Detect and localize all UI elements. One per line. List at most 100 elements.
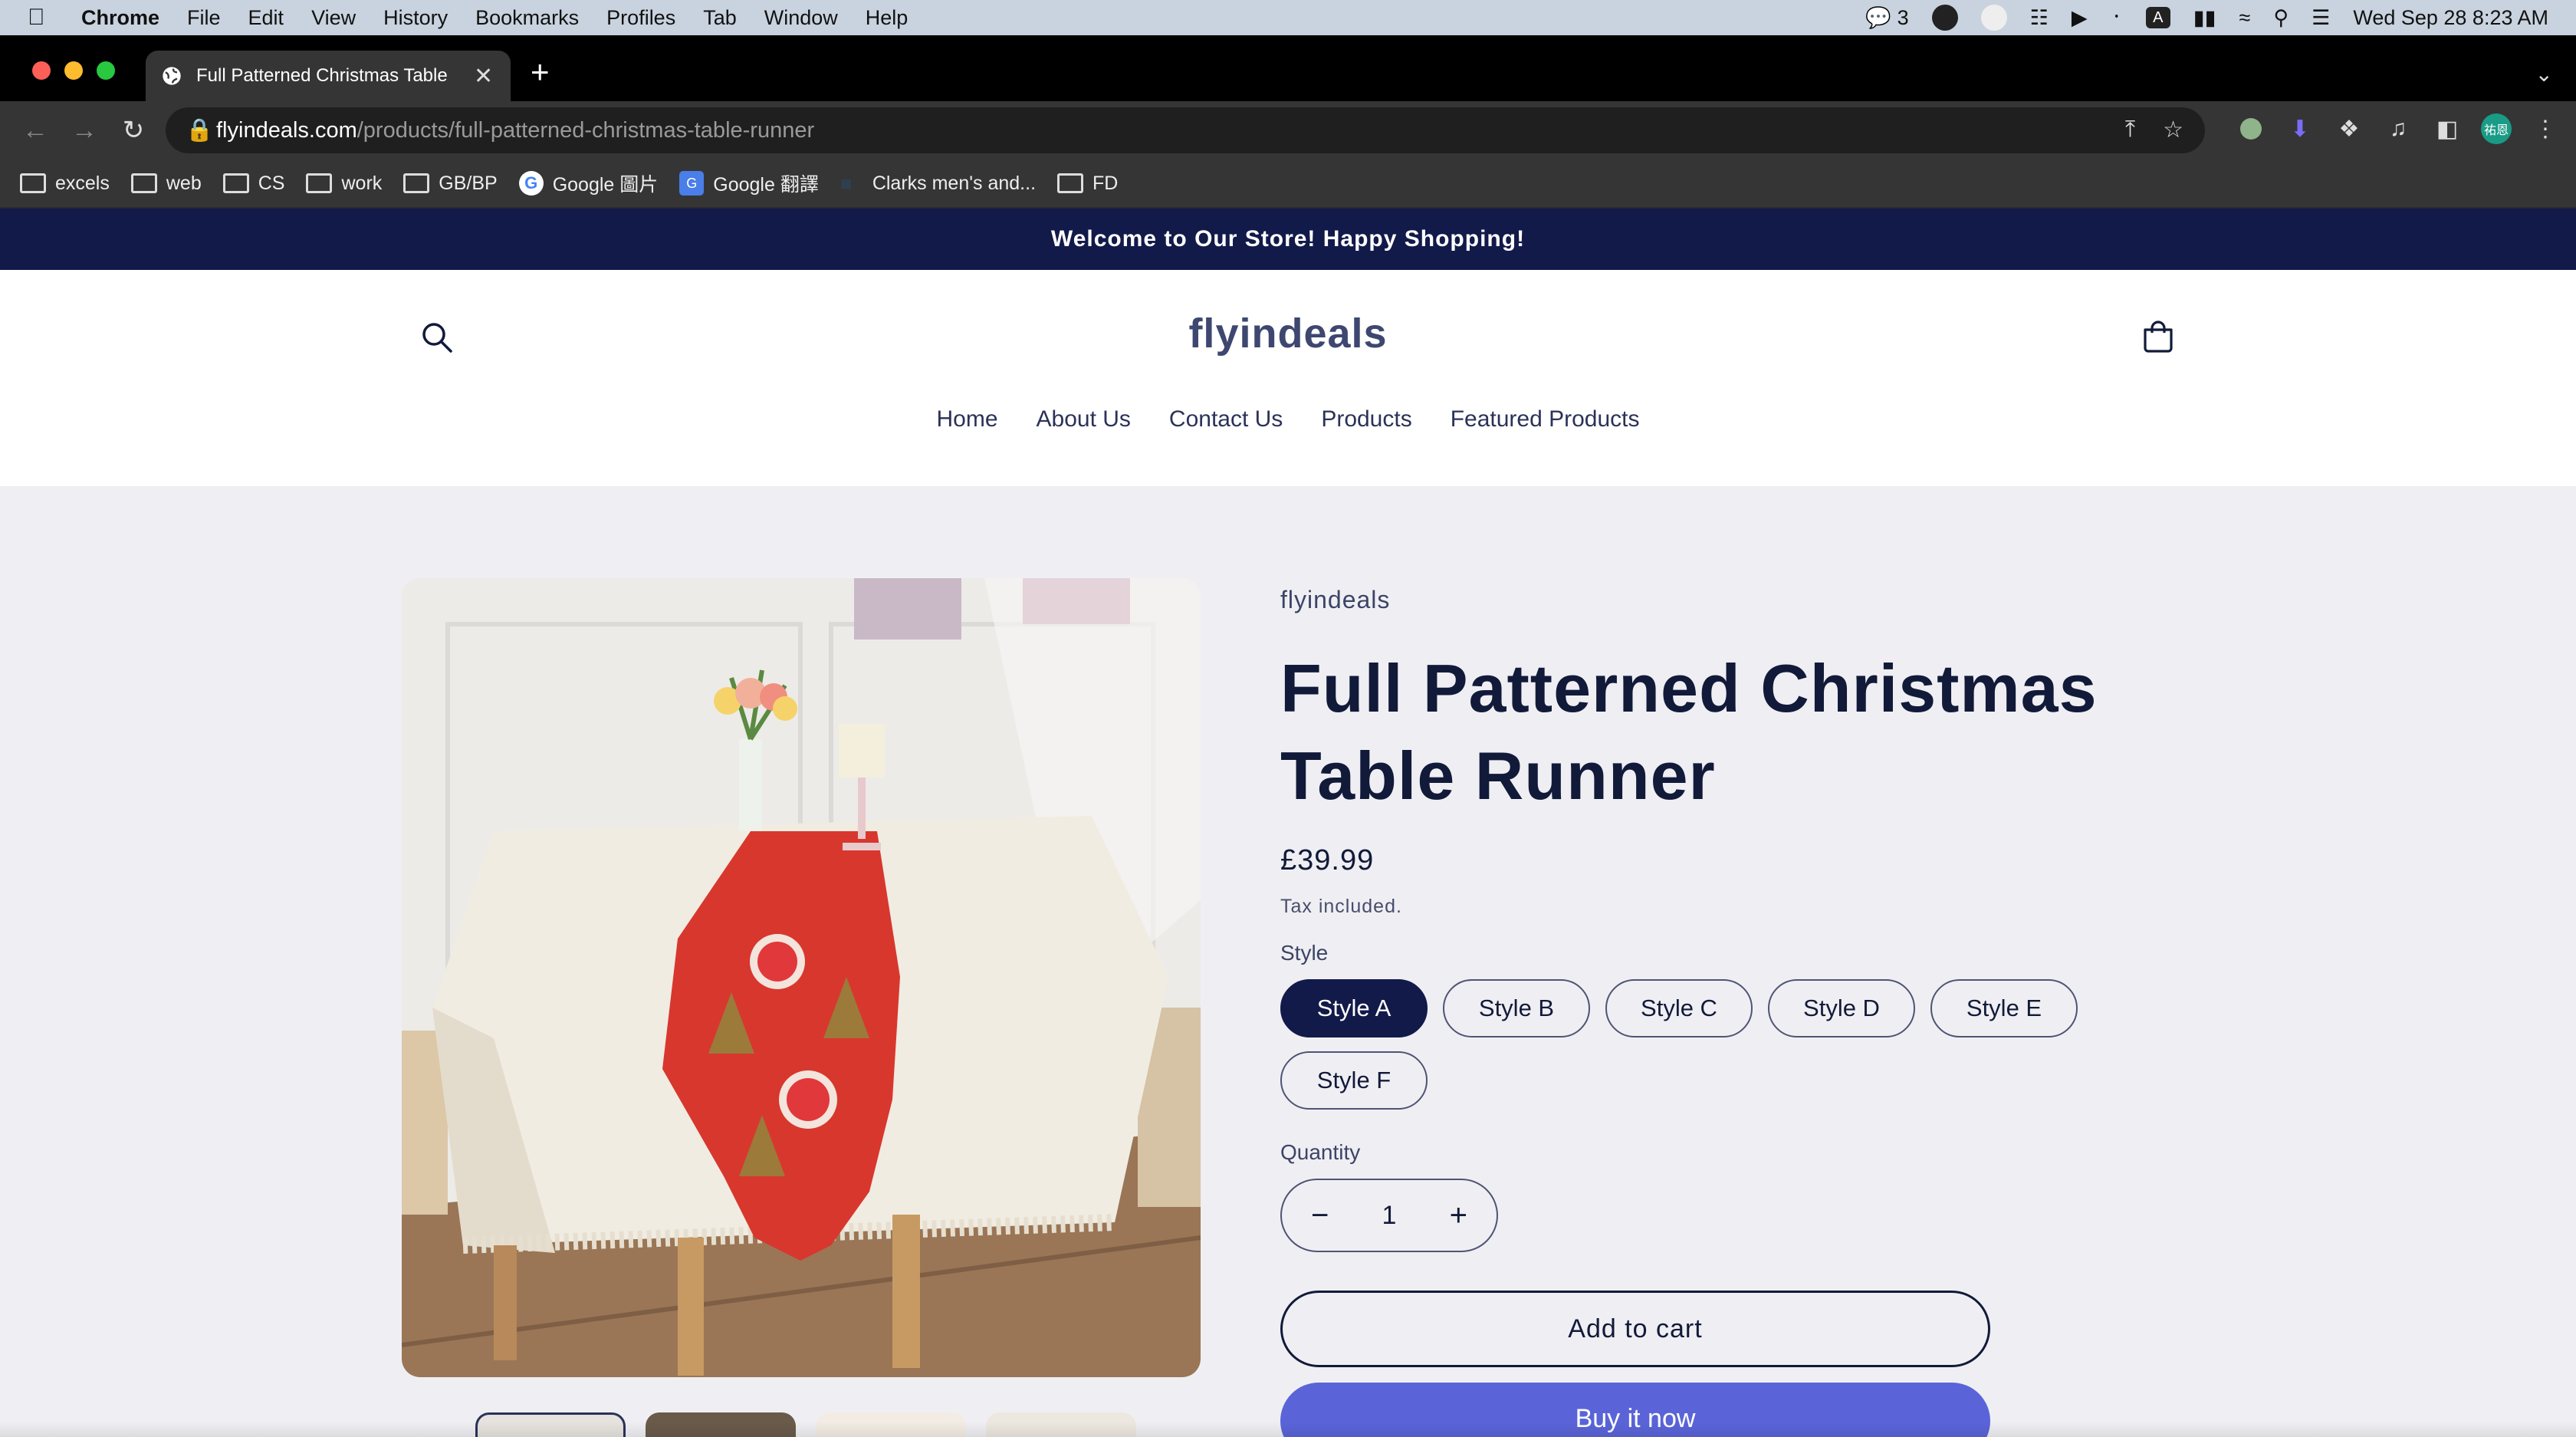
line-icon[interactable]: [1931, 5, 1958, 31]
bookmark-cs[interactable]: CS: [222, 172, 285, 195]
folder-icon: [403, 173, 430, 193]
lock-icon[interactable]: 🔒: [186, 117, 213, 143]
folder-icon: [1057, 173, 1084, 193]
bookmark-google-images[interactable]: G Google 圖片: [518, 169, 659, 197]
back-button[interactable]: ←: [21, 116, 49, 146]
menu-profiles[interactable]: Profiles: [606, 6, 675, 30]
bookmark-label: GB/BP: [439, 172, 498, 194]
extensions-puzzle-icon[interactable]: ❖: [2334, 113, 2364, 144]
reading-list-icon[interactable]: ♫: [2383, 113, 2413, 144]
tab-search-chevron-icon[interactable]: ⌄: [2535, 61, 2553, 87]
bookmark-clarks[interactable]: ■ Clarks men's and...: [840, 172, 1036, 195]
reload-button[interactable]: ↻: [120, 115, 147, 146]
close-window-button[interactable]: [32, 61, 51, 80]
clarks-icon: ■: [840, 172, 853, 195]
share-icon[interactable]: ⤒: [2125, 117, 2135, 143]
table-runner-photo: [402, 578, 1201, 1377]
input-source-icon[interactable]: A: [2145, 7, 2170, 28]
nav-home[interactable]: Home: [936, 406, 997, 432]
cart-icon[interactable]: [2139, 317, 2177, 356]
nav-about-us[interactable]: About Us: [1037, 406, 1131, 432]
quantity-value[interactable]: 1: [1382, 1201, 1397, 1231]
quantity-stepper: − 1 +: [1280, 1179, 1498, 1252]
minimize-window-button[interactable]: [64, 61, 83, 80]
tab-title: Full Patterned Christmas Table: [196, 65, 448, 86]
close-tab-icon[interactable]: ✕: [474, 63, 493, 90]
product-image[interactable]: [402, 578, 1201, 1377]
bookmark-label: excels: [55, 172, 110, 194]
active-tab[interactable]: Full Patterned Christmas Table ✕: [146, 51, 511, 101]
spotlight-icon[interactable]: ⚲: [2273, 6, 2288, 30]
bookmark-star-icon[interactable]: ☆: [2163, 117, 2183, 143]
style-option-d[interactable]: Style D: [1768, 979, 1915, 1037]
main-navigation: Home About Us Contact Us Products Featur…: [0, 406, 2576, 432]
menu-bookmarks[interactable]: Bookmarks: [475, 6, 579, 30]
menu-view[interactable]: View: [311, 6, 356, 30]
bookmark-label: Google 圖片: [552, 174, 659, 196]
bookmark-label: Clarks men's and...: [872, 172, 1037, 194]
folder-icon: [130, 173, 157, 193]
style-option-a[interactable]: Style A: [1280, 979, 1428, 1037]
menu-file[interactable]: File: [187, 6, 221, 30]
bookmark-excels[interactable]: excels: [20, 173, 110, 195]
bookmark-work[interactable]: work: [306, 173, 382, 195]
chrome-menu-icon[interactable]: ⋮: [2530, 113, 2561, 144]
nav-featured-products[interactable]: Featured Products: [1451, 406, 1640, 432]
status-menus: 💬 3 ☷ ▶ ᛫ A ▮▮ ≈ ⚲ ☰ Wed Sep 28 8:23 AM: [1865, 0, 2548, 35]
bookmark-gb-bp[interactable]: GB/BP: [403, 172, 498, 195]
style-option-f[interactable]: Style F: [1280, 1051, 1428, 1110]
nav-contact-us[interactable]: Contact Us: [1169, 406, 1283, 432]
url-path: /products/full-patterned-christmas-table…: [356, 117, 815, 143]
add-to-cart-button[interactable]: Add to cart: [1280, 1291, 1990, 1367]
cloud-icon[interactable]: [1980, 5, 2007, 31]
folder-icon: [222, 173, 249, 193]
menubar-datetime[interactable]: Wed Sep 28 8:23 AM: [2353, 6, 2548, 30]
translate-icon: G: [679, 171, 705, 196]
tab-strip: Full Patterned Christmas Table ✕ + ⌄: [0, 35, 2576, 101]
menu-tab[interactable]: Tab: [703, 6, 737, 30]
folder-icon: [20, 173, 46, 193]
url-host: flyindeals.com: [216, 117, 357, 143]
wifi-icon[interactable]: ≈: [2239, 6, 2251, 30]
bookmark-web[interactable]: web: [130, 172, 202, 195]
store-header: flyindeals Home About Us Contact Us Prod…: [0, 270, 2576, 486]
menu-app-chrome[interactable]: Chrome: [81, 6, 159, 30]
store-logo[interactable]: flyindeals: [0, 310, 2576, 357]
battery-icon[interactable]: ▮▮: [2193, 6, 2216, 30]
announcement-text: Welcome to Our Store! Happy Shopping!: [1050, 226, 1526, 252]
style-option-c[interactable]: Style C: [1605, 979, 1753, 1037]
zoom-window-button[interactable]: [97, 61, 115, 80]
viewport-bottom-shadow: [0, 1422, 2576, 1437]
menu-history[interactable]: History: [383, 6, 448, 30]
style-option-b[interactable]: Style B: [1443, 979, 1590, 1037]
control-center-icon[interactable]: ☰: [2312, 6, 2330, 30]
menu-help[interactable]: Help: [866, 6, 909, 30]
quantity-label: Quantity: [1280, 1140, 1361, 1164]
quantity-decrease-button[interactable]: −: [1311, 1199, 1329, 1233]
apple-icon[interactable]: : [28, 5, 58, 31]
bookmark-label: web: [166, 172, 202, 194]
play-icon[interactable]: ▶: [2072, 6, 2088, 30]
bookmarks-bar: excels web CS work GB/BP G Google 圖片 G Goo…: [0, 159, 2576, 209]
airdrop-icon[interactable]: ☷: [2030, 6, 2049, 30]
bookmark-label: CS: [258, 172, 285, 194]
style-option-e[interactable]: Style E: [1930, 979, 2078, 1037]
bookmark-google-translate[interactable]: G Google 翻譯: [679, 169, 819, 197]
window-controls: [32, 61, 115, 80]
bluetooth-icon[interactable]: ᛫: [2111, 6, 2123, 30]
extension-circle-icon[interactable]: [2236, 113, 2266, 144]
product-info: flyindeals Full Patterned Christmas Tabl…: [1280, 578, 2200, 1437]
menu-edit[interactable]: Edit: [248, 6, 284, 30]
menu-window[interactable]: Window: [764, 6, 838, 30]
product-title: Full Patterned Christmas Table Runner: [1280, 650, 2098, 814]
new-tab-button[interactable]: +: [531, 54, 550, 90]
address-bar[interactable]: 🔒 flyindeals.com/products/full-patterned…: [166, 107, 2205, 153]
wechat-status[interactable]: 💬 3: [1865, 5, 1908, 30]
forward-button[interactable]: →: [71, 116, 98, 146]
side-panel-icon[interactable]: ◧: [2432, 113, 2463, 144]
nav-products[interactable]: Products: [1321, 406, 1411, 432]
download-extension-icon[interactable]: ⬇: [2285, 113, 2315, 144]
quantity-increase-button[interactable]: +: [1450, 1199, 1467, 1233]
profile-avatar[interactable]: 祐恩: [2481, 113, 2512, 144]
bookmark-fd[interactable]: FD: [1057, 173, 1118, 195]
